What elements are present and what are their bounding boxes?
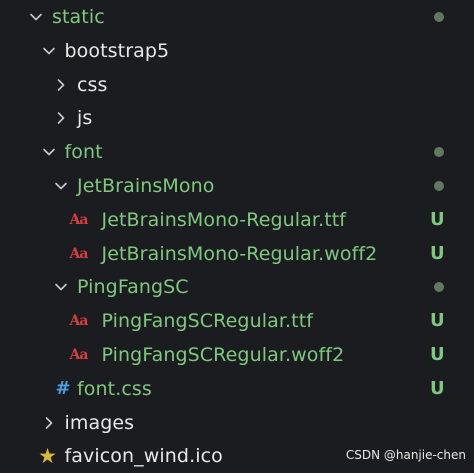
tree-item-label: bootstrap5	[64, 39, 170, 62]
tree-item-label: images	[64, 411, 135, 434]
font-file-icon: Aa	[69, 245, 89, 262]
git-status-badge: U	[430, 242, 445, 264]
chevron-down-icon[interactable]	[41, 34, 57, 68]
tree-item-jetbrainsmono-regular-woff2[interactable]: Aa JetBrainsMono-Regular.woff2 U	[0, 237, 474, 271]
tree-item-label: PingFangSCRegular.ttf	[101, 310, 314, 333]
chevron-right-icon[interactable]	[53, 101, 69, 135]
font-file-icon: Aa	[69, 347, 89, 363]
git-status-dot	[434, 282, 444, 293]
git-status-dot	[434, 181, 444, 191]
tree-item-label: js	[77, 107, 93, 130]
tree-item-bootstrap5[interactable]: bootstrap5	[0, 34, 474, 68]
tree-item-label: PingFangSCRegular.woff2	[101, 344, 345, 366]
tree-item-label: JetBrainsMono	[77, 175, 215, 197]
chevron-right-icon[interactable]	[53, 68, 69, 102]
star-icon: ★	[38, 444, 57, 469]
tree-item-label: static	[52, 6, 105, 28]
git-status-dot	[434, 147, 444, 158]
tree-item-font[interactable]: font	[0, 135, 474, 169]
tree-item-pingfangscregular-woff2[interactable]: Aa PingFangSCRegular.woff2 U	[0, 338, 474, 372]
font-file-icon: Aa	[69, 313, 89, 330]
git-status-dot	[434, 12, 444, 22]
font-file-icon: Aa	[69, 211, 89, 228]
git-status-badge: U	[430, 208, 445, 230]
chevron-down-icon[interactable]	[28, 0, 44, 34]
tree-item-js[interactable]: js	[0, 101, 474, 135]
git-status-badge: U	[430, 310, 445, 332]
tree-item-static[interactable]: static	[0, 0, 474, 34]
tree-item-label: font.css	[77, 377, 152, 400]
tree-item-label: favicon_wind.ico	[64, 445, 223, 468]
tree-item-images[interactable]: images	[0, 406, 474, 440]
tree-item-label: JetBrainsMono-Regular.woff2	[101, 242, 378, 265]
hash-icon: #	[55, 378, 71, 400]
git-status-badge: U	[430, 344, 445, 365]
tree-item-css[interactable]: css	[0, 68, 474, 102]
git-status-badge: U	[430, 377, 445, 399]
tree-item-label: font	[64, 141, 103, 164]
chevron-down-icon[interactable]	[53, 270, 69, 304]
tree-item-font-css[interactable]: # font.css U	[0, 372, 474, 406]
tree-item-jetbrainsmono-regular-ttf[interactable]: Aa JetBrainsMono-Regular.ttf U	[0, 203, 474, 237]
tree-item-label: JetBrainsMono-Regular.ttf	[101, 208, 347, 231]
tree-item-label: PingFangSC	[77, 276, 189, 299]
chevron-down-icon[interactable]	[41, 135, 57, 169]
tree-item-jetbrainsmono[interactable]: JetBrainsMono	[0, 169, 474, 203]
tree-item-pingfangsc[interactable]: PingFangSC	[0, 270, 474, 304]
file-explorer-tree: static bootstrap5 css js font JetBrainsMono Aa…	[0, 0, 474, 470]
tree-item-pingfangscregular-ttf[interactable]: Aa PingFangSCRegular.ttf U	[0, 304, 474, 338]
chevron-right-icon[interactable]	[41, 406, 57, 440]
watermark: CSDN @hanjie-chen	[345, 448, 466, 462]
tree-item-label: css	[77, 73, 108, 96]
chevron-down-icon[interactable]	[53, 169, 69, 203]
